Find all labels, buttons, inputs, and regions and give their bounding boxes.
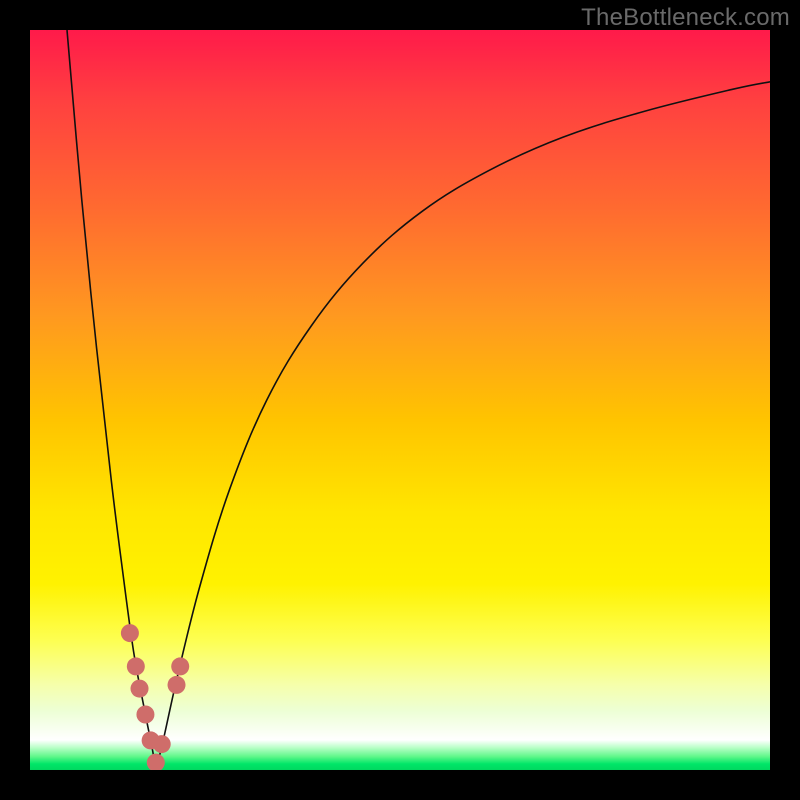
marker-point	[153, 735, 171, 753]
plot-area	[30, 30, 770, 770]
watermark-text: TheBottleneck.com	[581, 4, 790, 32]
bottleneck-curve-left	[67, 30, 156, 770]
marker-point	[131, 680, 149, 698]
marker-point	[136, 706, 154, 724]
marker-point	[121, 624, 139, 642]
bottleneck-curve-right	[156, 82, 770, 770]
marker-point	[147, 754, 165, 770]
marker-point	[171, 657, 189, 675]
marker-group	[121, 624, 189, 770]
chart-frame: TheBottleneck.com	[0, 0, 800, 800]
marker-point	[168, 676, 186, 694]
curve-layer	[30, 30, 770, 770]
marker-point	[127, 657, 145, 675]
